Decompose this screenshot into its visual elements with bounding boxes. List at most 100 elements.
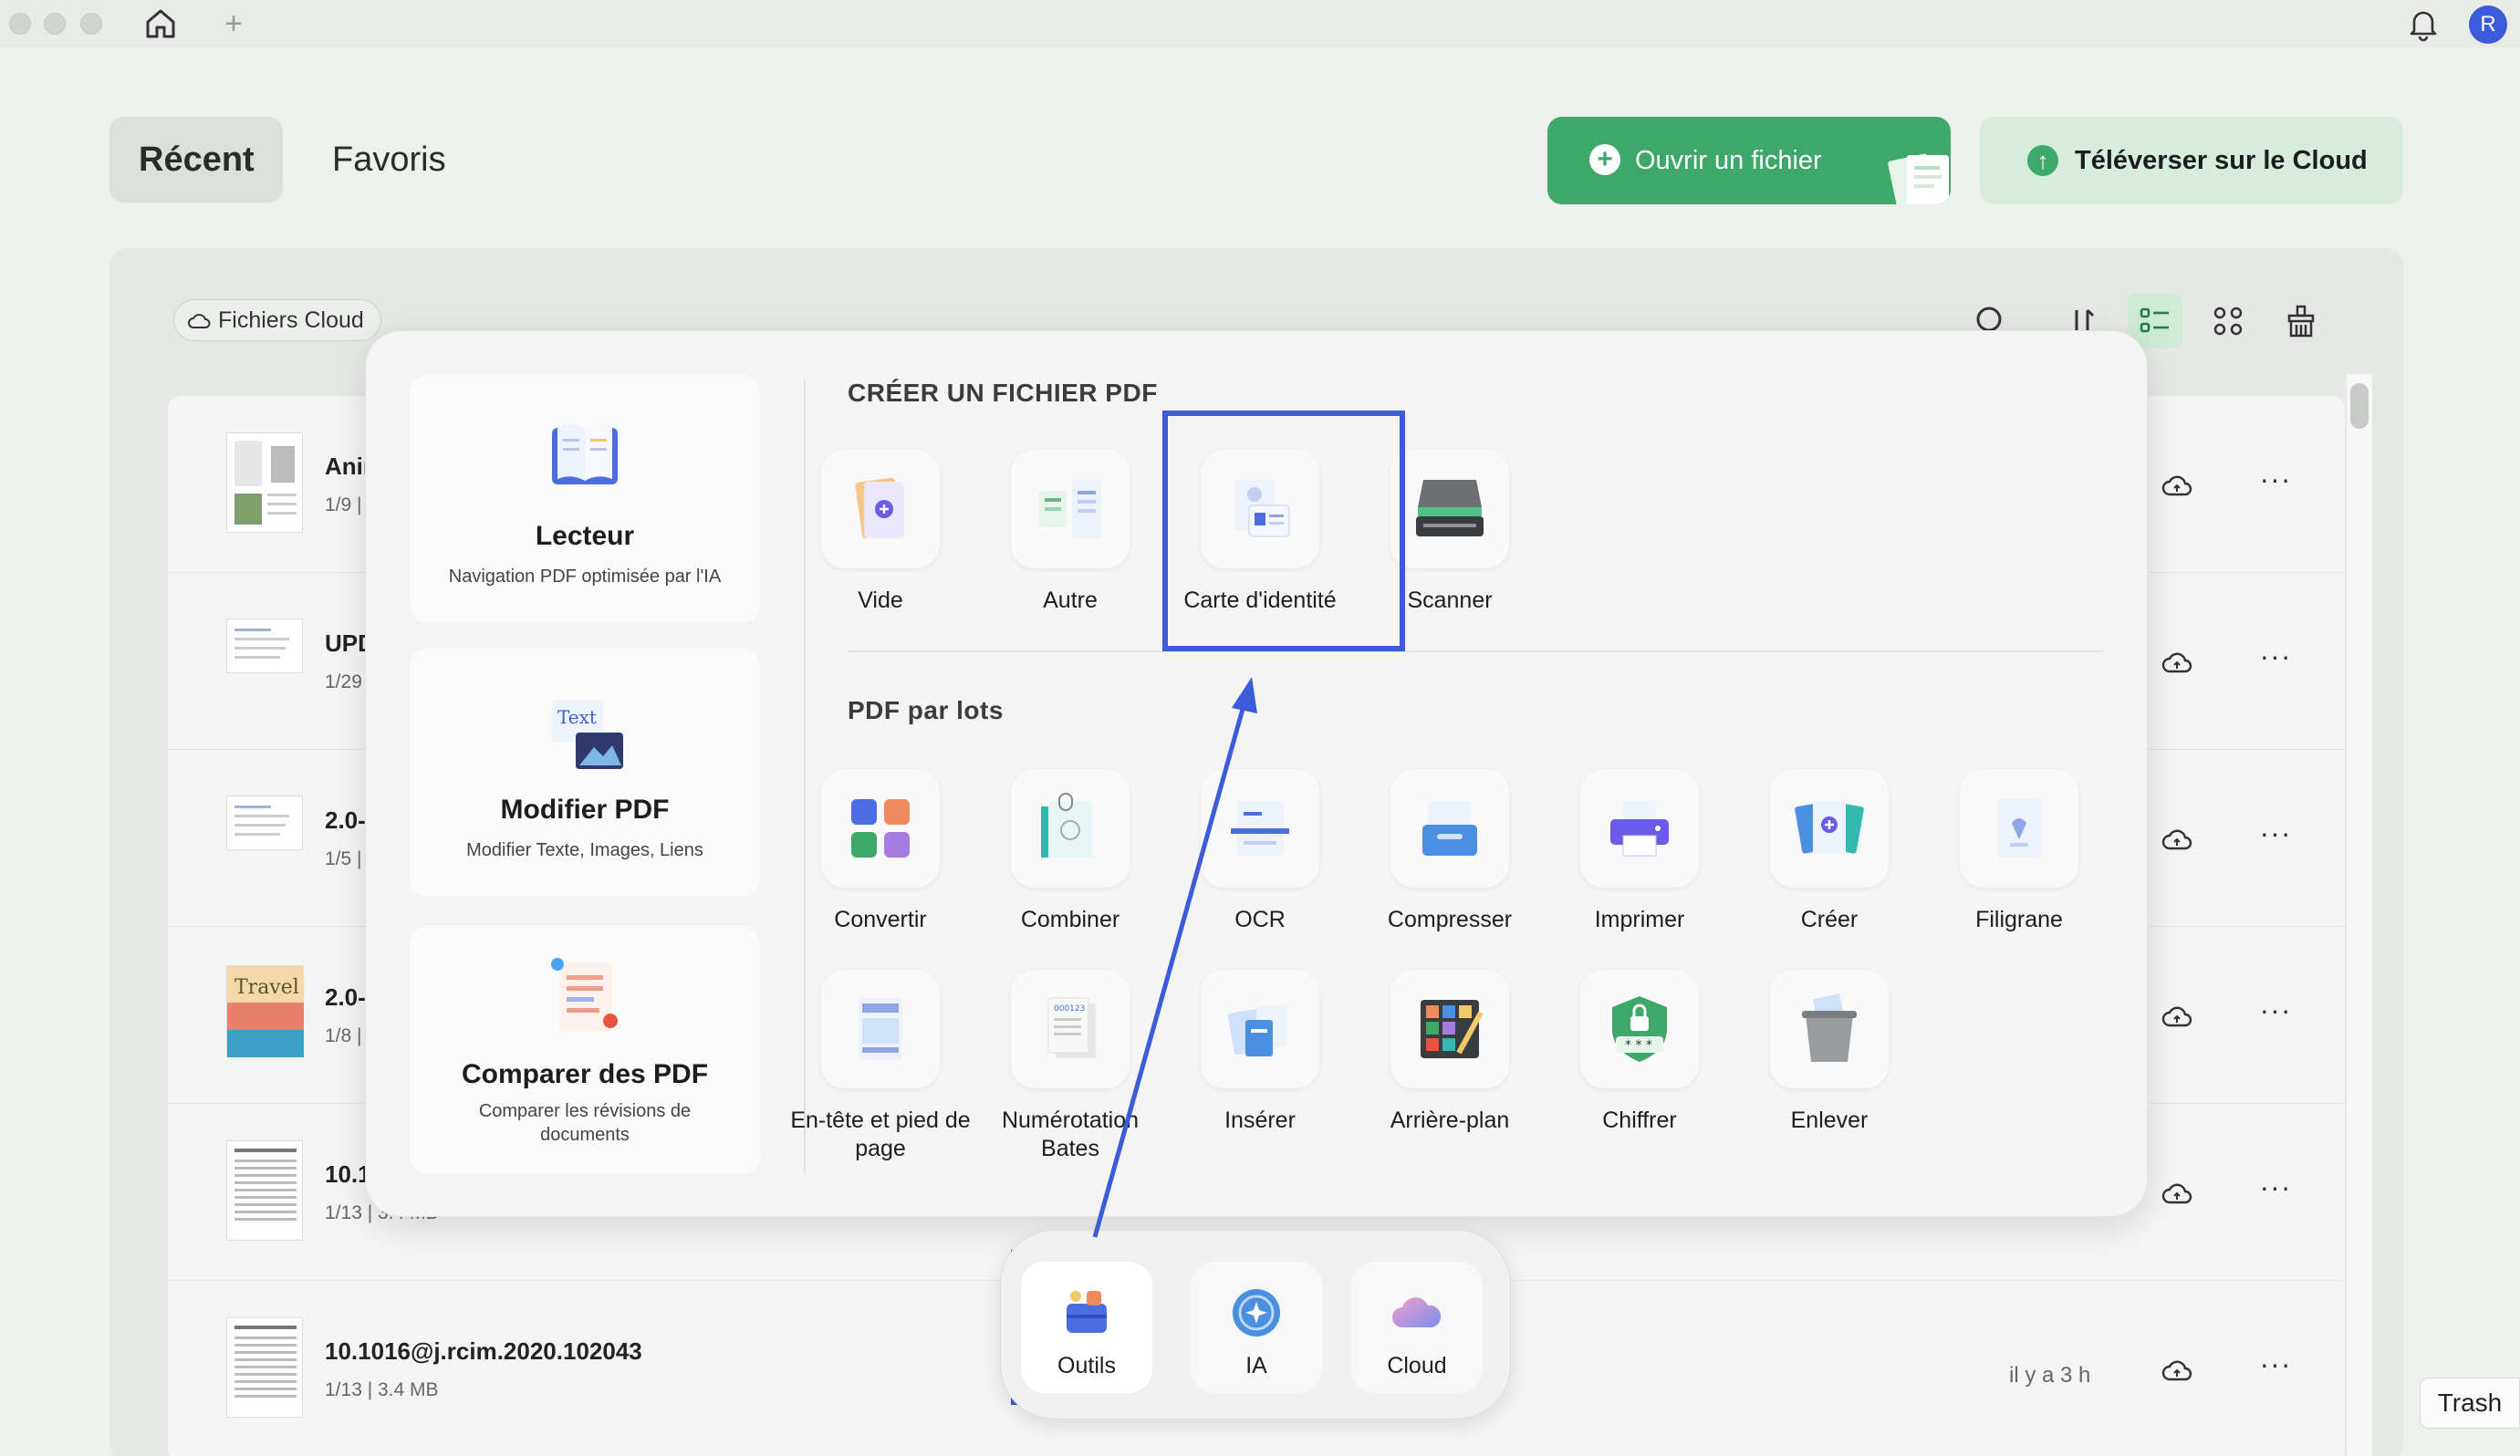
insert-tile	[1201, 970, 1319, 1088]
upload-arrow-icon: ↑	[2027, 145, 2058, 176]
documents-decoration-icon	[1888, 153, 1949, 204]
ocr-icon	[1231, 801, 1289, 856]
bates-numbering-icon: 000123	[1047, 997, 1096, 1058]
reader-title: Lecteur	[535, 521, 635, 551]
more-options-button[interactable]: ···	[2257, 641, 2294, 679]
tool-insert[interactable]: Insérer	[1165, 970, 1355, 1135]
tool-label: En-tête et pied de page	[790, 1108, 971, 1161]
tool-create[interactable]: Créer	[1734, 769, 1924, 934]
compare-pdf-subtitle: Comparer les révisions de documents	[478, 1101, 692, 1145]
cloud-upload-icon[interactable]	[2161, 469, 2193, 502]
compare-pdf-card[interactable]: Comparer des PDF Comparer les révisions …	[410, 926, 760, 1174]
palette-grid-icon	[1421, 1000, 1484, 1058]
file-time: il y a 3 h	[2009, 1363, 2091, 1388]
tool-convert[interactable]: Convertir	[786, 769, 975, 934]
cloud-upload-icon[interactable]	[2161, 1354, 2193, 1387]
file-name: 2.0-	[325, 983, 366, 1011]
tab-recent[interactable]: Récent	[109, 117, 283, 203]
file-meta: 1/29	[325, 671, 362, 692]
tool-encrypt[interactable]: * * * Chiffrer	[1545, 970, 1734, 1135]
tool-label: Compresser	[1387, 907, 1513, 932]
shield-lock-icon: * * *	[1612, 996, 1667, 1062]
trash-can-icon	[1802, 993, 1857, 1062]
svg-text:000123: 000123	[1054, 1004, 1085, 1014]
id-card-highlight	[1162, 411, 1405, 651]
scrollbar-thumb[interactable]	[2350, 383, 2369, 429]
tool-bates-numbering[interactable]: 000123 Numérotation Bates	[975, 970, 1165, 1163]
tool-background[interactable]: Arrière-plan	[1355, 970, 1545, 1135]
compress-tile	[1390, 769, 1509, 888]
tool-label: Filigrane	[1975, 907, 2063, 932]
new-tab-button[interactable]: +	[217, 4, 250, 44]
compress-icon	[1422, 801, 1477, 856]
more-options-button[interactable]: ···	[2257, 995, 2294, 1033]
convert-icon	[851, 799, 910, 858]
open-file-button[interactable]: + Ouvrir un fichier	[1547, 117, 1951, 204]
dock-cloud[interactable]: Cloud	[1351, 1262, 1483, 1393]
cloud-upload-icon[interactable]	[2161, 823, 2193, 856]
scanner-icon	[1416, 480, 1484, 536]
file-thumbnail	[226, 796, 303, 850]
tool-compress[interactable]: Compresser	[1355, 769, 1545, 934]
other-tile	[1011, 450, 1130, 568]
section-divider	[848, 650, 2103, 652]
tool-header-footer[interactable]: En-tête et pied de page	[786, 970, 975, 1163]
watermark-tile	[1960, 769, 2078, 888]
file-meta: 1/13 | 3.4 MB	[325, 1379, 439, 1400]
upload-cloud-button[interactable]: ↑ Téléverser sur le Cloud	[1980, 117, 2403, 204]
remove-tile	[1770, 970, 1889, 1088]
more-options-button[interactable]: ···	[2257, 818, 2294, 856]
tool-label: Autre	[1043, 588, 1098, 613]
cloud-upload-icon[interactable]	[2161, 646, 2193, 679]
printer-icon	[1610, 801, 1669, 857]
compare-icon	[551, 958, 618, 1032]
tool-ocr[interactable]: OCR	[1165, 769, 1355, 934]
edit-pdf-card[interactable]: Text Modifier PDF Modifier Texte, Images…	[410, 649, 760, 897]
tool-blank[interactable]: Vide	[786, 450, 975, 615]
clean-button[interactable]	[2274, 294, 2328, 348]
tool-other[interactable]: Autre	[975, 450, 1165, 615]
more-options-button[interactable]: ···	[2257, 1349, 2294, 1387]
scrollbar-track[interactable]	[2347, 374, 2372, 1456]
grid-view-button[interactable]	[2201, 294, 2255, 348]
file-meta: 1/5 |	[325, 848, 362, 869]
avatar[interactable]: R	[2469, 5, 2507, 44]
tool-watermark[interactable]: Filigrane	[1924, 769, 2114, 934]
more-options-button[interactable]: ···	[2257, 1172, 2294, 1210]
home-tab[interactable]	[137, 4, 184, 44]
more-options-button[interactable]: ···	[2257, 464, 2294, 502]
compare-pdf-title: Comparer des PDF	[461, 1059, 709, 1089]
minimize-window-button[interactable]	[44, 13, 66, 35]
tool-label: Créer	[1800, 907, 1859, 932]
notifications-button[interactable]	[2405, 5, 2445, 42]
cloud-files-filter[interactable]: Fichiers Cloud	[173, 299, 381, 341]
cloud-upload-icon[interactable]	[2161, 1177, 2193, 1210]
tool-combine[interactable]: Combiner	[975, 769, 1165, 934]
zoom-window-button[interactable]	[80, 13, 102, 35]
toolbox-icon	[1067, 1291, 1107, 1333]
file-name: 10.1016@j.rcim.2020.102043	[325, 1337, 642, 1365]
reader-card[interactable]: Lecteur Navigation PDF optimisée par l'I…	[410, 375, 760, 623]
tool-remove[interactable]: Enlever	[1734, 970, 1924, 1135]
cloud-upload-icon[interactable]	[2161, 1000, 2193, 1033]
dock-tools[interactable]: Outils	[1021, 1262, 1152, 1393]
combine-tile	[1011, 769, 1130, 888]
file-meta: 1/9 |	[325, 494, 362, 515]
tool-label: Arrière-plan	[1390, 1108, 1510, 1133]
tool-print[interactable]: Imprimer	[1545, 769, 1734, 934]
edit-text-image-icon: Text	[552, 700, 623, 769]
svg-text:Travel: Travel	[234, 976, 299, 999]
trash-tooltip: Trash	[2420, 1378, 2520, 1429]
file-meta: 1/8 |	[325, 1025, 362, 1046]
reader-subtitle: Navigation PDF optimisée par l'IA	[448, 567, 722, 587]
header-footer-tile	[821, 970, 940, 1088]
create-section-title: CRÉER UN FICHIER PDF	[848, 379, 1158, 407]
close-window-button[interactable]	[9, 13, 31, 35]
batch-section-title: PDF par lots	[848, 696, 1004, 724]
file-name: 2.0-	[325, 806, 366, 834]
book-icon	[552, 423, 618, 484]
tool-label: OCR	[1234, 907, 1286, 932]
dock-ai[interactable]: IA	[1191, 1262, 1322, 1393]
print-tile	[1580, 769, 1699, 888]
tab-favorites[interactable]: Favoris	[303, 117, 475, 203]
